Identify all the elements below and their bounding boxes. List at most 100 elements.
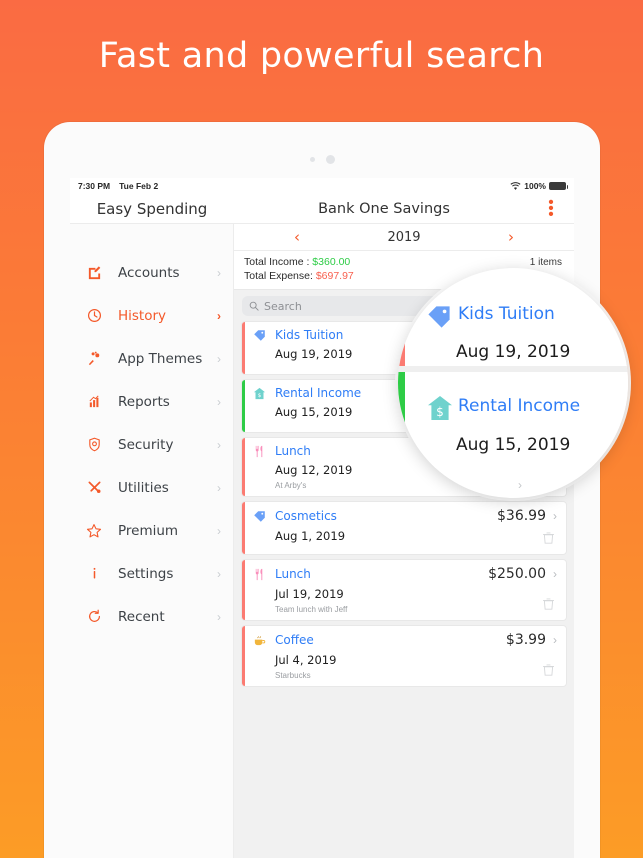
tools-icon <box>83 478 105 498</box>
sidebar-item-label: App Themes <box>118 350 203 367</box>
sidebar-item-label: History <box>118 307 167 324</box>
app-nav-bar: Easy Spending Bank One Savings • • • <box>70 194 574 224</box>
sidebar-item-label: Recent <box>118 608 165 625</box>
transaction-category: Lunch <box>275 567 311 581</box>
sidebar-item-label: Security <box>118 436 174 453</box>
chevron-right-icon: › <box>217 394 221 409</box>
transaction-amount: $36.99 <box>497 508 546 524</box>
delete-icon[interactable] <box>543 532 554 547</box>
edit-note-icon <box>83 263 105 283</box>
account-title: Bank One Savings <box>318 200 450 217</box>
sidebar-item-recent[interactable]: Recent › <box>70 595 233 638</box>
battery-percent: 100% <box>524 181 546 191</box>
cutlery-icon <box>253 568 270 581</box>
transaction-note: Starbucks <box>275 671 311 680</box>
prev-year-button[interactable]: ‹ <box>280 228 314 246</box>
clock-history-icon <box>83 306 105 326</box>
total-expense-label: Total Expense: <box>244 270 313 282</box>
status-bar: 7:30 PM Tue Feb 2 100% <box>70 178 574 194</box>
wifi-icon <box>510 181 521 190</box>
tag-icon <box>426 304 452 336</box>
current-year-label: 2019 <box>387 229 421 245</box>
bar-chart-icon <box>83 392 105 412</box>
chevron-right-icon: › <box>217 308 221 323</box>
transaction-header: Lunch $250.00 › <box>253 566 557 582</box>
chevron-right-icon: › <box>217 437 221 452</box>
total-income-value: $360.00 <box>312 256 351 268</box>
total-income-label: Total Income : <box>244 256 310 268</box>
transaction-note: Team lunch with Jeff <box>275 605 348 614</box>
info-icon <box>83 564 105 584</box>
transaction-header: Coffee $3.99 › <box>253 632 557 648</box>
battery-icon <box>549 182 568 190</box>
magnified-category: Rental Income <box>458 396 581 416</box>
next-year-button[interactable]: › <box>494 228 528 246</box>
delete-icon[interactable] <box>543 598 554 613</box>
year-selector: ‹ 2019 › <box>234 224 574 251</box>
sidebar-item-label: Reports <box>118 393 170 410</box>
ambient-sensor-icon <box>309 157 315 162</box>
svg-text:$: $ <box>258 393 262 399</box>
search-icon <box>249 301 259 311</box>
paint-splash-icon <box>83 349 105 369</box>
transaction-category: Coffee <box>275 633 314 647</box>
table-row[interactable]: Cosmetics $36.99 › Aug 1, 2019 <box>242 502 566 554</box>
page-title: Fast and powerful search <box>98 36 545 76</box>
transaction-amount: $250.00 <box>488 566 546 582</box>
chevron-right-icon[interactable]: › <box>553 567 557 581</box>
kebab-menu-icon[interactable]: • • • <box>534 195 574 222</box>
delete-icon[interactable] <box>543 664 554 679</box>
table-row[interactable]: Coffee $3.99 › Jul 4, 2019 Starbucks <box>242 626 566 686</box>
tag-icon <box>253 510 270 523</box>
magnifier-content: Kids Tuition Aug 19, 2019 $ Rental Incom… <box>398 268 628 498</box>
table-row[interactable]: Lunch $250.00 › Jul 19, 2019 Team lunch … <box>242 560 566 620</box>
sidebar-item-label: Settings <box>118 565 174 582</box>
status-right-cluster: 100% <box>510 181 568 191</box>
status-time: 7:30 PM <box>78 181 111 191</box>
chevron-right-icon: › <box>217 609 221 624</box>
magnified-date: Aug 15, 2019 <box>456 435 571 455</box>
magnified-date: Aug 19, 2019 <box>456 342 571 362</box>
sidebar-item-label: Accounts <box>118 264 180 281</box>
status-date: Tue Feb 2 <box>119 181 159 191</box>
transaction-category: Cosmetics <box>275 509 337 523</box>
transaction-category: Lunch <box>275 444 311 458</box>
sidebar-item-reports[interactable]: Reports › <box>70 380 233 423</box>
home-dollar-icon: $ <box>426 394 454 428</box>
chevron-right-icon: › <box>217 523 221 538</box>
transaction-category: Rental Income <box>275 386 362 400</box>
sidebar: Accounts › History › App Themes › Report… <box>70 224 234 858</box>
sidebar-item-accounts[interactable]: Accounts › <box>70 251 233 294</box>
star-icon <box>83 521 105 541</box>
shield-icon <box>83 435 105 455</box>
chevron-right-icon[interactable]: › <box>553 633 557 647</box>
history-refresh-icon <box>83 607 105 627</box>
sidebar-item-premium[interactable]: Premium › <box>70 509 233 552</box>
search-placeholder: Search <box>264 299 302 313</box>
sidebar-item-history[interactable]: History › <box>70 294 233 337</box>
transaction-date: Jul 19, 2019 <box>275 587 344 601</box>
transaction-category: Kids Tuition <box>275 328 344 342</box>
chevron-right-icon: › <box>217 480 221 495</box>
sidebar-item-utilities[interactable]: Utilities › <box>70 466 233 509</box>
total-income-row: Total Income : $360.00 <box>244 255 564 269</box>
chevron-right-icon: › <box>518 478 522 492</box>
front-camera-icon <box>325 155 335 164</box>
chevron-right-icon: › <box>217 265 221 280</box>
transaction-date: Aug 1, 2019 <box>275 529 346 543</box>
magnifier-overlay: Kids Tuition Aug 19, 2019 $ Rental Incom… <box>398 268 628 498</box>
total-expense-value: $697.97 <box>315 270 354 282</box>
items-count-label: 1 items <box>529 257 562 268</box>
app-name: Easy Spending <box>96 199 208 218</box>
chevron-right-icon: › <box>217 351 221 366</box>
transaction-header: Cosmetics $36.99 › <box>253 508 557 524</box>
sidebar-item-security[interactable]: Security › <box>70 423 233 466</box>
svg-text:$: $ <box>436 405 444 419</box>
coffee-icon <box>253 634 270 647</box>
chevron-right-icon[interactable]: › <box>553 509 557 523</box>
tag-icon <box>253 329 270 342</box>
sidebar-item-label: Utilities <box>118 479 169 496</box>
sidebar-item-app-themes[interactable]: App Themes › <box>70 337 233 380</box>
transaction-amount: $3.99 <box>505 632 546 648</box>
sidebar-item-settings[interactable]: Settings › <box>70 552 233 595</box>
